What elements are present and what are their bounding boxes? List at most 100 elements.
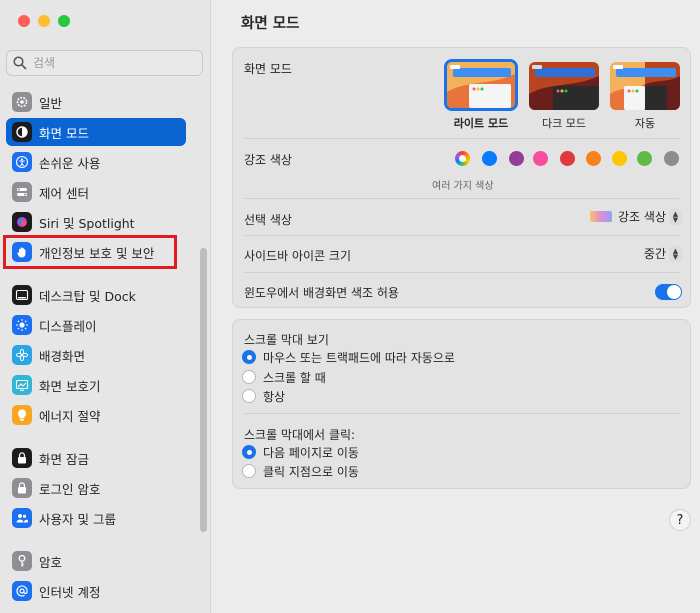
sidebar-icon-size-value: 중간 bbox=[643, 247, 666, 261]
sidebar-item-display[interactable]: 디스플레이 bbox=[6, 311, 186, 339]
sidebar-item-label: 데스크탑 및 Dock bbox=[39, 288, 136, 304]
divider bbox=[244, 235, 679, 236]
radio-auto-label: 마우스 또는 트랙패드에 따라 자동으로 bbox=[263, 351, 455, 365]
scroll-click-label: 스크롤 막대에서 클릭: bbox=[244, 428, 356, 442]
appearance-icon bbox=[12, 122, 32, 142]
dock-icon bbox=[12, 285, 32, 305]
dark-mode-option[interactable] bbox=[529, 62, 599, 110]
show-scrollbars-label: 스크롤 막대 보기 bbox=[244, 333, 329, 347]
accent-color-label: 강조 색상 bbox=[244, 153, 292, 167]
sidebar-item-accessibility[interactable]: 손쉬운 사용 bbox=[6, 148, 186, 176]
radio-when-scrolling[interactable] bbox=[242, 370, 256, 384]
sidebar-item-siri-spotlight[interactable]: Siri 및 Spotlight bbox=[6, 208, 186, 236]
sidebar-item-label: 손쉬운 사용 bbox=[39, 155, 101, 171]
wallpaper-tint-toggle[interactable] bbox=[655, 284, 682, 300]
zoom-button[interactable] bbox=[58, 15, 70, 27]
accent-swatch-purple[interactable] bbox=[509, 151, 524, 166]
gear-icon bbox=[12, 92, 32, 112]
appearance-label: 화면 모드 bbox=[244, 62, 292, 76]
lock-icon bbox=[12, 448, 32, 468]
accent-swatch-blue[interactable] bbox=[482, 151, 497, 166]
sidebar-item-screensaver[interactable]: 화면 보호기 bbox=[6, 371, 186, 399]
accent-caption: 여러 가지 색상 bbox=[432, 181, 494, 192]
display-icon bbox=[12, 315, 32, 335]
screensaver-icon bbox=[12, 375, 32, 395]
sidebar-item-general[interactable]: 일반 bbox=[6, 88, 186, 116]
sidebar-item-label: 배경화면 bbox=[39, 348, 86, 364]
sidebar-item-desktop-dock[interactable]: 데스크탑 및 Dock bbox=[6, 281, 186, 309]
siri-icon bbox=[12, 212, 32, 232]
sidebar-item-energy[interactable]: 에너지 절약 bbox=[6, 401, 186, 429]
highlight-color-select[interactable]: 강조 색상 ▲ ▼ bbox=[590, 208, 682, 225]
sidebar-item-label: 화면 보호기 bbox=[39, 378, 101, 394]
light-mode-option[interactable] bbox=[444, 59, 518, 111]
help-button[interactable]: ? bbox=[669, 509, 691, 531]
accent-swatch-orange[interactable] bbox=[586, 151, 601, 166]
main-pane: 화면 모드 화면 모드 라이트 모드 다크 모드 자동 강조 색상 여러 가지 … bbox=[211, 0, 700, 613]
wallpaper-tint-label: 윈도우에서 배경화면 색조 허용 bbox=[244, 286, 399, 300]
key-icon bbox=[12, 551, 32, 571]
minimize-button[interactable] bbox=[38, 15, 50, 27]
users-icon bbox=[12, 508, 32, 528]
sidebar-item-label: 로그인 암호 bbox=[39, 481, 101, 497]
sidebar-scrollbar[interactable] bbox=[200, 248, 207, 532]
sidebar-item-passwords[interactable]: 암호 bbox=[6, 547, 186, 575]
auto-mode-option[interactable] bbox=[610, 62, 680, 110]
control-center-icon bbox=[12, 182, 32, 202]
chevron-updown-icon: ▲ ▼ bbox=[669, 245, 682, 262]
accent-swatch-pink[interactable] bbox=[533, 151, 548, 166]
sidebar-item-wallpaper[interactable]: 배경화면 bbox=[6, 341, 186, 369]
sidebar-item-internet-accounts[interactable]: 인터넷 계정 bbox=[6, 577, 186, 605]
sidebar-item-label: 일반 bbox=[39, 95, 63, 111]
accent-swatch-multicolor[interactable] bbox=[455, 151, 470, 166]
sidebar-item-users-groups[interactable]: 사용자 및 그룹 bbox=[6, 504, 186, 532]
radio-always[interactable] bbox=[242, 389, 256, 403]
sidebar-item-appearance[interactable]: 화면 모드 bbox=[6, 118, 186, 146]
search-field[interactable] bbox=[6, 50, 203, 76]
scrollbar-panel: 스크롤 막대 보기 마우스 또는 트랙패드에 따라 자동으로 스크롤 할 때 항… bbox=[232, 319, 691, 489]
accent-swatch-graphite[interactable] bbox=[664, 151, 679, 166]
sidebar-item-label: 인터넷 계정 bbox=[39, 584, 101, 600]
search-icon bbox=[13, 56, 27, 70]
dark-mode-label: 다크 모드 bbox=[542, 117, 586, 130]
accent-swatch-red[interactable] bbox=[560, 151, 575, 166]
sidebar-item-label: 화면 모드 bbox=[39, 125, 89, 141]
sidebar-item-label: Siri 및 Spotlight bbox=[39, 215, 135, 231]
sidebar-item-label: 에너지 절약 bbox=[39, 408, 101, 424]
window-controls bbox=[18, 15, 70, 27]
sidebar: 일반 화면 모드 손쉬운 사용 제어 센터 Siri 및 Spotlight 개… bbox=[0, 0, 211, 613]
auto-mode-label: 자동 bbox=[634, 117, 656, 130]
radio-click-spot-label: 클릭 지점으로 이동 bbox=[263, 465, 359, 479]
sidebar-item-label: 제어 센터 bbox=[39, 185, 89, 201]
accent-swatch-yellow[interactable] bbox=[612, 151, 627, 166]
sidebar-item-label: 화면 잠금 bbox=[39, 451, 89, 467]
close-button[interactable] bbox=[18, 15, 30, 27]
sidebar-icon-size-label: 사이드바 아이콘 크기 bbox=[244, 249, 351, 263]
bulb-icon bbox=[12, 405, 32, 425]
highlight-box bbox=[3, 235, 177, 269]
divider bbox=[244, 272, 679, 273]
sidebar-item-control-center[interactable]: 제어 센터 bbox=[6, 178, 186, 206]
highlight-color-value: 강조 색상 bbox=[618, 210, 666, 224]
page-title: 화면 모드 bbox=[241, 16, 300, 32]
highlight-color-preview bbox=[590, 211, 613, 222]
radio-when-scrolling-label: 스크롤 할 때 bbox=[263, 371, 326, 385]
accent-swatch-green[interactable] bbox=[637, 151, 652, 166]
sidebar-item-label: 디스플레이 bbox=[39, 318, 97, 334]
sidebar-item-label: 사용자 및 그룹 bbox=[39, 511, 116, 527]
sidebar-icon-size-select[interactable]: 중간 ▲ ▼ bbox=[644, 245, 682, 262]
light-mode-label: 라이트 모드 bbox=[453, 117, 509, 130]
sidebar-item-login-password[interactable]: 로그인 암호 bbox=[6, 474, 186, 502]
sidebar-item-label: 암호 bbox=[39, 554, 63, 570]
search-input[interactable] bbox=[33, 56, 183, 70]
radio-click-spot[interactable] bbox=[242, 464, 256, 478]
radio-next-page-label: 다음 페이지로 이동 bbox=[263, 446, 359, 460]
sidebar-item-lock-screen[interactable]: 화면 잠금 bbox=[6, 444, 186, 472]
radio-auto[interactable] bbox=[242, 350, 256, 364]
settings-window: 일반 화면 모드 손쉬운 사용 제어 센터 Siri 및 Spotlight 개… bbox=[0, 0, 700, 613]
radio-always-label: 항상 bbox=[263, 390, 286, 404]
divider bbox=[244, 138, 679, 139]
at-icon bbox=[12, 581, 32, 601]
radio-next-page[interactable] bbox=[242, 445, 256, 459]
wallpaper-icon bbox=[12, 345, 32, 365]
